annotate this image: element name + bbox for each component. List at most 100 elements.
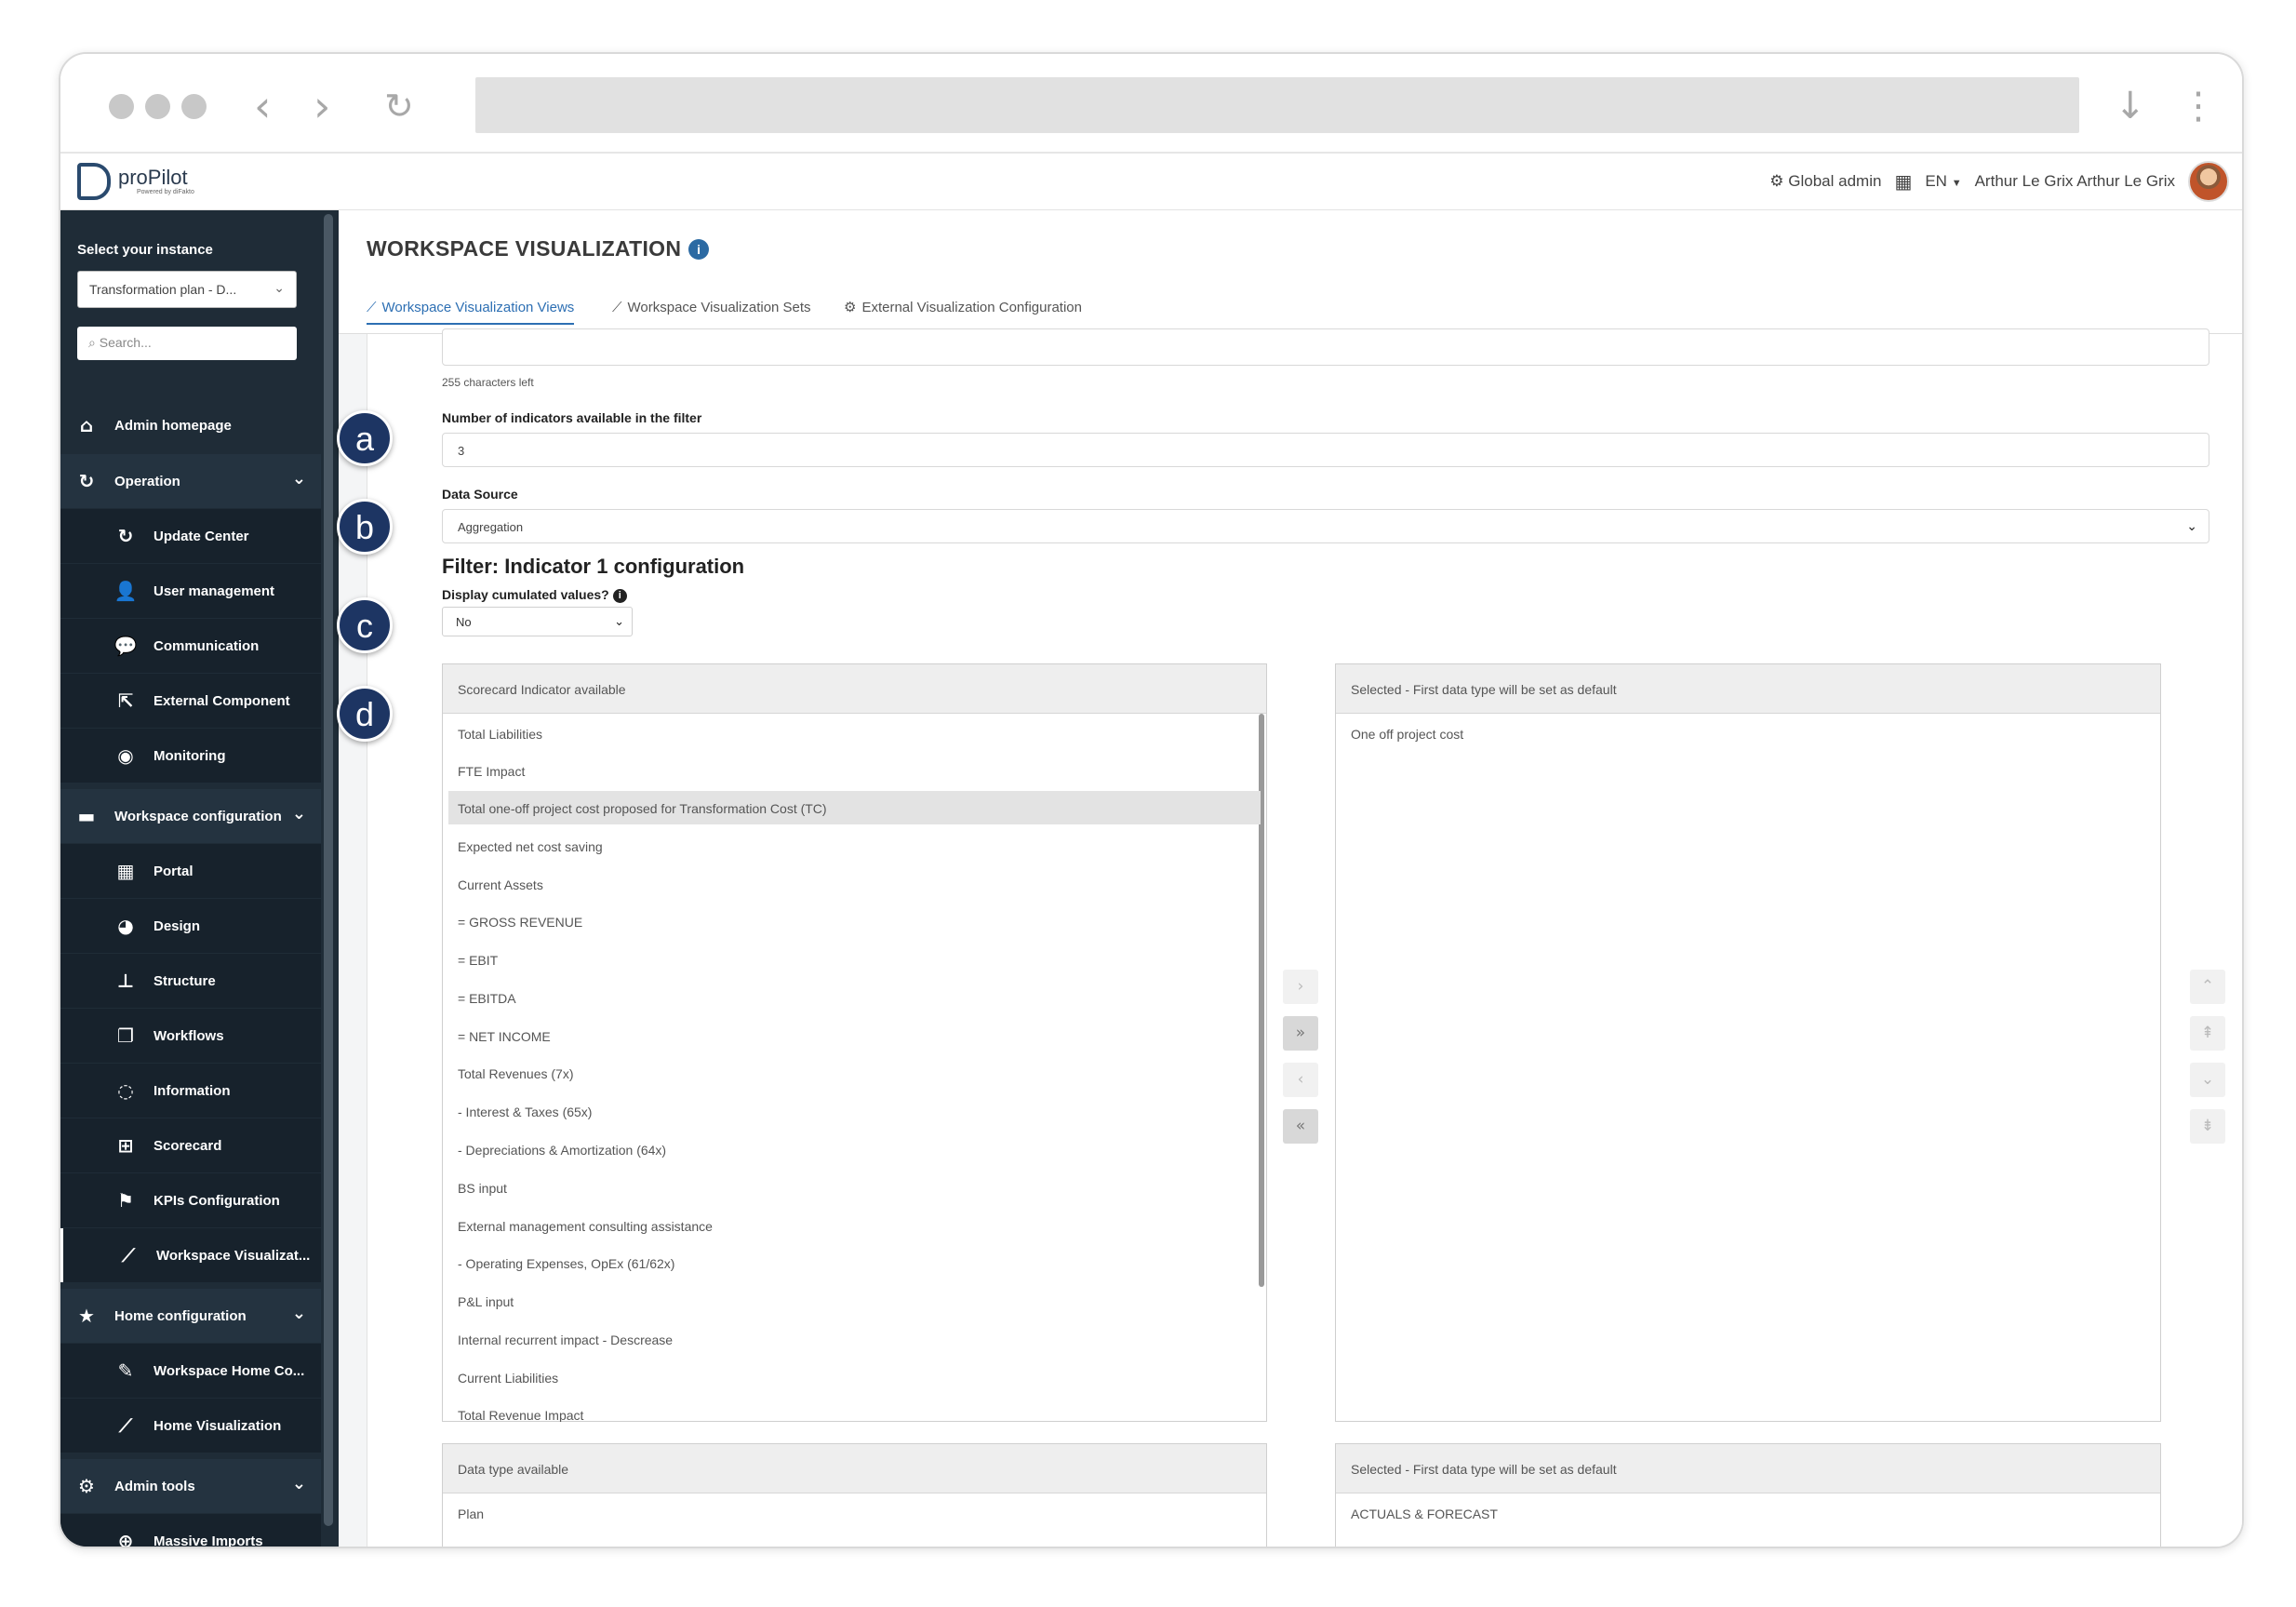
- list-item[interactable]: Internal recurrent impact - Descrease: [448, 1322, 1261, 1356]
- sidebar-item-label: Workspace Home Co...: [154, 1362, 305, 1379]
- sidebar-group-workspace-configuration[interactable]: ▬ Workspace configuration ⌄: [60, 789, 321, 843]
- move-down-button[interactable]: ⌄: [2190, 1063, 2225, 1097]
- sidebar-item-label: Update Center: [154, 528, 249, 544]
- sidebar-scrollbar[interactable]: [324, 214, 333, 1526]
- move-left-button[interactable]: ‹: [1283, 1063, 1318, 1097]
- filter-heading: Filter: Indicator 1 configuration: [442, 555, 745, 578]
- move-all-left-button[interactable]: «: [1283, 1109, 1318, 1144]
- list-item[interactable]: - Interest & Taxes (65x): [448, 1094, 1261, 1128]
- avatar[interactable]: [2188, 161, 2229, 202]
- list-item[interactable]: BUDGET: [1342, 1533, 2155, 1547]
- sidebar-item-label: Monitoring: [154, 747, 226, 764]
- move-up-button[interactable]: ⌃: [2190, 970, 2225, 1004]
- address-bar[interactable]: [475, 77, 2079, 133]
- list-item[interactable]: Current Assets: [448, 867, 1261, 901]
- tab-external-visualization-config[interactable]: ⚙ External Visualization Configuration: [844, 299, 1082, 323]
- sidebar-item-massive-imports[interactable]: ⊕ Massive Imports: [60, 1514, 321, 1547]
- sidebar-item-label: Workflows: [154, 1027, 224, 1044]
- main-content: WORKSPACE VISUALIZATION i ⟋ Workspace Visu…: [339, 210, 2242, 1547]
- move-right-button[interactable]: ›: [1283, 970, 1318, 1004]
- list-item[interactable]: - Operating Expenses, OpEx (61/62x): [448, 1246, 1261, 1279]
- sidebar-item-home-visualization[interactable]: ⟋ Home Visualization: [60, 1399, 321, 1453]
- info-icon[interactable]: i: [688, 239, 710, 260]
- info-icon[interactable]: i: [612, 589, 627, 603]
- list-item[interactable]: BS input: [448, 1171, 1261, 1204]
- list-item[interactable]: = GROSS REVENUE: [448, 904, 1261, 938]
- app: proPilot Powered by diFakto ⚙ Global adm…: [60, 154, 2242, 1547]
- line-chart-icon: ⟋: [122, 1244, 135, 1266]
- sidebar-item-portal[interactable]: ▦ Portal: [60, 844, 321, 898]
- sidebar-item-workspace-home-config[interactable]: ✎ Workspace Home Co...: [60, 1344, 321, 1398]
- list-item[interactable]: Total Revenue Impact: [448, 1398, 1261, 1422]
- language-dropdown[interactable]: EN ▼: [1925, 172, 1961, 191]
- list-item[interactable]: P&L input: [448, 1284, 1261, 1318]
- sidebar-group-admin-tools[interactable]: ⚙ Admin tools ⌄: [60, 1459, 321, 1513]
- sidebar-item-admin-homepage[interactable]: ⌂ Admin homepage: [60, 398, 321, 452]
- apps-grid-icon[interactable]: ▦: [1894, 170, 1912, 193]
- sidebar-item-external-component[interactable]: ⇱ External Component: [60, 674, 321, 728]
- window-dot-icon[interactable]: [145, 94, 170, 119]
- sidebar-item-label: Design: [154, 917, 201, 934]
- sidebar-item-monitoring[interactable]: ◉ Monitoring: [60, 729, 321, 783]
- sidebar-item-scorecard[interactable]: ⊞ Scorecard: [60, 1118, 321, 1172]
- sidebar-item-design[interactable]: ◕ Design: [60, 899, 321, 953]
- list-item[interactable]: ACTUALS & FORECAST: [1342, 1496, 2155, 1530]
- list-item[interactable]: One off project cost: [1342, 716, 2155, 750]
- download-icon[interactable]: ↓: [2115, 80, 2146, 132]
- sidebar-item-information[interactable]: ◌ Information: [60, 1064, 321, 1118]
- move-all-right-button[interactable]: »: [1283, 1016, 1318, 1051]
- list-item[interactable]: Total Revenues (7x): [448, 1056, 1261, 1090]
- move-bottom-button[interactable]: ⇟: [2190, 1109, 2225, 1144]
- sidebar-item-communication[interactable]: 💬 Communication: [60, 619, 321, 673]
- list-item[interactable]: External management consulting assistanc…: [448, 1209, 1261, 1242]
- instance-label: Select your instance: [77, 242, 213, 258]
- sidebar-item-workspace-visualization[interactable]: ⟋ Workspace Visualizat...: [60, 1228, 321, 1282]
- list-item[interactable]: = NET INCOME: [448, 1019, 1261, 1052]
- datatype-selected-list: Selected - First data type will be set a…: [1335, 1443, 2161, 1547]
- more-menu-icon[interactable]: ⋮: [2180, 80, 2217, 132]
- sidebar-group-home-configuration[interactable]: ★ Home configuration ⌄: [60, 1289, 321, 1343]
- list-item[interactable]: Current Liabilities: [448, 1360, 1261, 1394]
- sidebar-item-update-center[interactable]: ↻ Update Center: [60, 509, 321, 563]
- list-item[interactable]: Expected net cost saving: [448, 829, 1261, 863]
- list-item[interactable]: = EBITDA: [448, 981, 1261, 1014]
- list-item[interactable]: FTE Impact: [448, 754, 1261, 787]
- list-item[interactable]: Total one-off project cost proposed for …: [448, 791, 1261, 824]
- list-item[interactable]: Total Liabilities: [448, 716, 1261, 750]
- user-name[interactable]: Arthur Le Grix Arthur Le Grix: [1975, 172, 2175, 191]
- download-circle-icon: ⊕: [117, 1530, 134, 1547]
- list-item[interactable]: Plan: [448, 1496, 1261, 1530]
- list-item[interactable]: - Depreciations & Amortization (64x): [448, 1132, 1261, 1166]
- sidebar-item-structure[interactable]: ⊥ Structure: [60, 954, 321, 1008]
- reload-icon[interactable]: ↻: [384, 80, 414, 132]
- comment-icon: ◌: [117, 1079, 134, 1102]
- description-textarea[interactable]: [442, 328, 2209, 366]
- global-admin-link[interactable]: ⚙ Global admin: [1769, 172, 1881, 191]
- tab-workspace-visualization-sets[interactable]: ⟋ Workspace Visualization Sets: [612, 299, 811, 323]
- data-source-select[interactable]: Aggregation ⌄: [442, 509, 2209, 543]
- list-item[interactable]: = EBIT: [448, 943, 1261, 976]
- sidebar-group-operation[interactable]: ↻ Operation ⌄: [60, 454, 321, 508]
- cumulated-select[interactable]: No ⌄: [442, 607, 633, 636]
- user-area: ⚙ Global admin ▦ EN ▼ Arthur Le Grix Art…: [1769, 161, 2229, 202]
- sidebar-search-input[interactable]: ⌕ Search...: [77, 327, 297, 360]
- forward-icon[interactable]: ›: [314, 80, 330, 132]
- datatype-selected-header: Selected - First data type will be set a…: [1336, 1444, 2160, 1493]
- sidebar-item-kpis-configuration[interactable]: ⚑ KPIs Configuration: [60, 1173, 321, 1227]
- form-panel: 255 characters left Number of indicators…: [367, 328, 2242, 1547]
- window-dot-icon[interactable]: [109, 94, 134, 119]
- logo[interactable]: proPilot Powered by diFakto: [77, 161, 194, 202]
- indicators-count-input[interactable]: 3: [442, 433, 2209, 467]
- sitemap-icon: ⊥: [116, 970, 135, 992]
- window-dot-icon[interactable]: [181, 94, 207, 119]
- sidebar-item-workflows[interactable]: ❐ Workflows: [60, 1009, 321, 1063]
- datatype-available-list: Data type available Plan: [442, 1443, 1267, 1547]
- search-icon: ⌕: [88, 336, 96, 351]
- cumulated-label: Display cumulated values? i: [442, 587, 627, 603]
- sidebar-item-user-management[interactable]: 👤 User management: [60, 564, 321, 618]
- sidebar-item-label: Portal: [154, 863, 194, 879]
- tab-workspace-visualization-views[interactable]: ⟋ Workspace Visualization Views: [367, 299, 575, 325]
- back-icon[interactable]: ‹: [254, 80, 271, 132]
- move-top-button[interactable]: ⇞: [2190, 1016, 2225, 1051]
- instance-select[interactable]: Transformation plan - D... ⌄: [77, 271, 297, 308]
